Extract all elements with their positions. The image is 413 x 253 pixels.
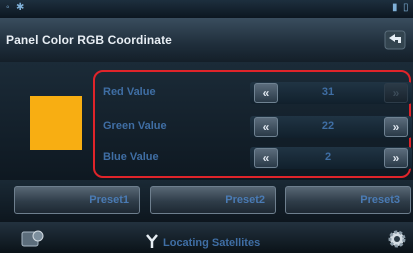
red-decrement-button[interactable]: « [254, 83, 278, 103]
satellite-icon [146, 234, 158, 248]
battery-icon: ▮ [392, 2, 398, 13]
preset3-button[interactable]: Preset3 [285, 186, 411, 214]
signal-icon: ◦ [6, 2, 10, 13]
red-increment-button[interactable]: » [384, 83, 408, 103]
green-decrement-button[interactable]: « [254, 117, 278, 137]
red-value: 31 [321, 86, 335, 98]
bluetooth-icon: ✱ [16, 2, 25, 13]
green-value: 22 [321, 120, 335, 132]
color-preview-swatch [30, 96, 82, 150]
back-button[interactable] [384, 30, 406, 50]
phone-icon: ▯ [403, 2, 409, 13]
blue-value: 2 [324, 151, 332, 163]
gps-status-text: Locating Satellites [163, 237, 261, 249]
green-increment-button[interactable]: » [384, 117, 408, 137]
preset2-button[interactable]: Preset2 [150, 186, 276, 214]
blue-value-label: Blue Value [103, 151, 159, 163]
blue-increment-button[interactable]: » [384, 148, 408, 168]
preset1-button[interactable]: Preset1 [14, 186, 140, 214]
page-title: Panel Color RGB Coordinate [6, 33, 172, 47]
green-value-label: Green Value [103, 120, 167, 132]
info-icon[interactable] [20, 228, 46, 250]
red-value-label: Red Value [103, 86, 156, 98]
blue-decrement-button[interactable]: « [254, 148, 278, 168]
gear-icon[interactable] [386, 228, 408, 250]
status-bar [0, 0, 413, 18]
